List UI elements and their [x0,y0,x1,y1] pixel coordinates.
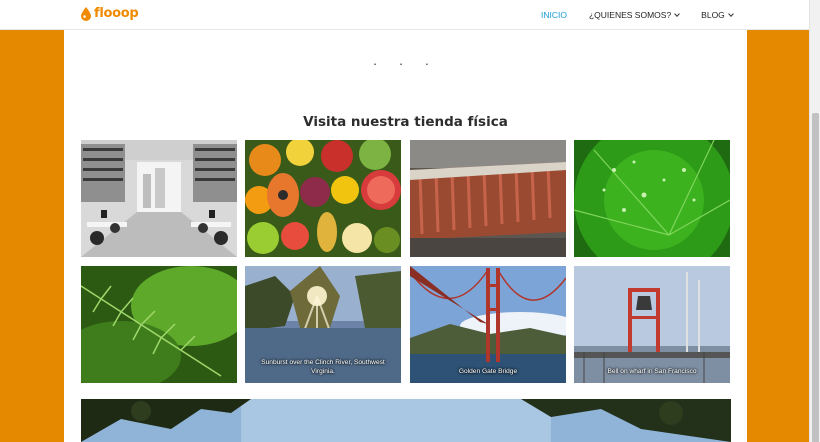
leaf-water-drops-photo [574,140,730,257]
trees-sky-photo [81,399,731,442]
scrollbar-thumb[interactable] [812,113,819,442]
tropical-fruits-photo [245,140,401,257]
drop-icon [81,6,91,21]
chevron-down-icon [727,10,734,17]
separator-dots: · · · [372,56,439,71]
golden-gate-bridge-photo [410,266,566,383]
gallery-item-golden-gate[interactable]: Golden Gate Bridge [410,266,566,383]
main-nav: INICIO ¿QUIENES SOMOS? BLOG [541,0,755,30]
gallery-item-office[interactable] [81,140,237,257]
gallery-item-bark[interactable] [410,140,566,257]
section-title: Visita nuestra tienda física [303,114,508,130]
gallery-item-river[interactable]: Sunburst over the Clinch River, Southwes… [245,266,401,383]
site-logo[interactable]: flooop [81,6,139,21]
gallery-item-fruits[interactable] [245,140,401,257]
nav-item-blog[interactable]: BLOG [701,10,734,20]
fern-leaves-photo [81,266,237,383]
main-content: · · · Visita nuestra tienda física Sunbu… [64,30,747,442]
gallery-item-fern[interactable] [81,266,237,383]
banner-image[interactable] [81,399,731,442]
gallery-caption: Bell on wharf in San Francisco [607,368,697,376]
gallery-caption: Golden Gate Bridge [458,368,518,376]
gallery-caption: Sunburst over the Clinch River, Southwes… [261,359,385,376]
bell-on-wharf-photo [574,266,730,383]
nav-label: ¿QUIENES SOMOS? [588,10,672,20]
gallery-item-bell[interactable]: Bell on wharf in San Francisco [574,266,730,383]
site-header: flooop INICIO ¿QUIENES SOMOS? BLOG [0,0,809,30]
chevron-down-icon [674,10,681,17]
nav-item-inicio[interactable]: INICIO [541,10,567,20]
office-room-photo [81,140,237,257]
nav-label: INICIO [541,10,567,20]
gallery-item-leaf[interactable] [574,140,730,257]
nav-item-quienes-somos[interactable]: ¿QUIENES SOMOS? [588,10,681,20]
page-scrollbar[interactable] [809,0,820,442]
nav-label: BLOG [701,10,725,20]
logo-text: flooop [94,6,139,21]
tree-bark-photo [410,140,566,257]
